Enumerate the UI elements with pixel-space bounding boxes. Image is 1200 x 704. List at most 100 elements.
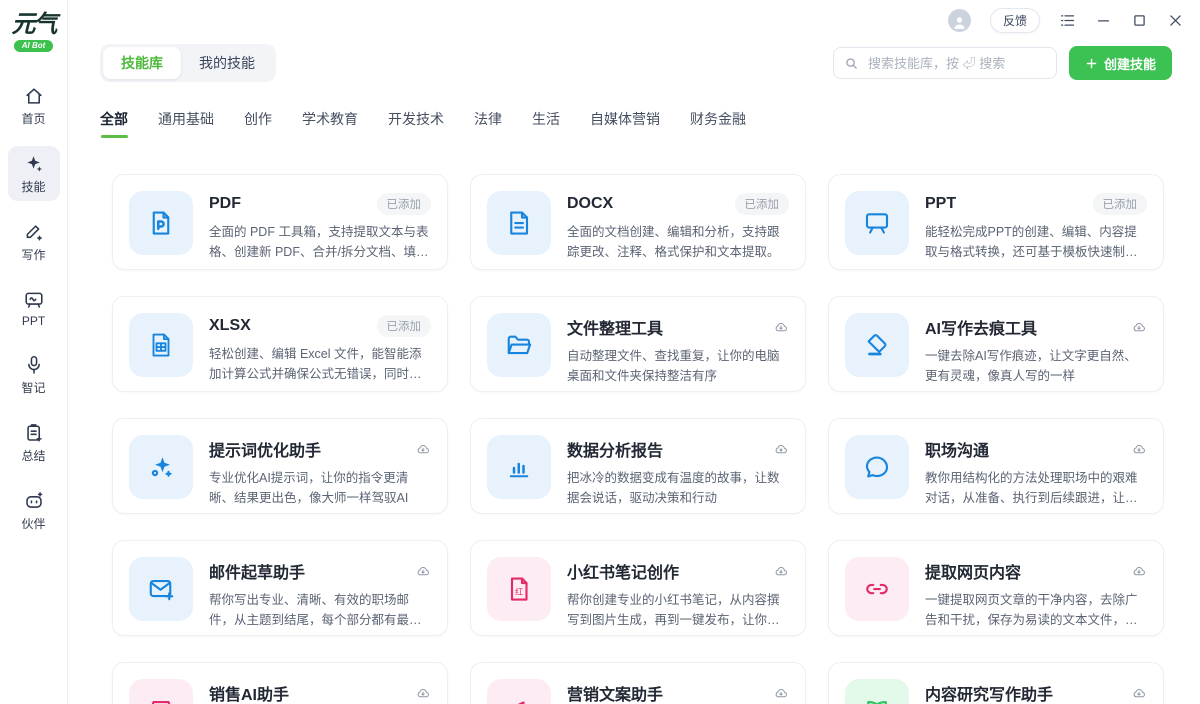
sidebar-nav: 首页技能写作 PPT 智记总结伙伴 [8, 78, 60, 538]
create-skill-button[interactable]: 创建技能 [1069, 46, 1172, 80]
storefront-icon [129, 679, 193, 704]
bar-chart-icon [487, 435, 551, 499]
skill-card-title: 提取网页内容 [925, 559, 1021, 583]
library-tab-switcher: 技能库 我的技能 [100, 44, 276, 82]
skill-card-title: PPT [925, 195, 956, 213]
sparkles-icon [23, 153, 45, 175]
app-logo: 元气 AI Bot [12, 12, 56, 52]
sidebar-item-label: 写作 [21, 246, 45, 263]
cloud-download-icon[interactable] [1131, 685, 1147, 701]
cloud-download-icon[interactable] [1131, 319, 1147, 335]
cloud-download-icon[interactable] [773, 563, 789, 579]
sidebar-item-label: 技能 [21, 178, 45, 195]
skill-card[interactable]: DOCX已添加全面的文档创建、编辑和分析，支持跟踪更改、注释、格式保护和文本提取… [470, 174, 806, 270]
skill-card[interactable]: 数据分析报告把冰冷的数据变成有温度的故事，让数据会说话，驱动决策和行动 [470, 418, 806, 514]
sidebar-item-label: 伙伴 [21, 515, 45, 532]
category-tab-4[interactable]: 开发技术 [388, 109, 444, 138]
microphone-icon [23, 354, 45, 376]
skill-card[interactable]: PPT 已添加能轻松完成PPT的创建、编辑、内容提取与格式转换，还可基于模板快速制… [828, 174, 1164, 270]
clipboard-icon [23, 422, 45, 444]
skill-card[interactable]: 职场沟通教你用结构化的方法处理职场中的艰难对话，从准备、执行到后续跟进，让沟通更… [828, 418, 1164, 514]
skill-card-title: 营销文案助手 [567, 681, 663, 704]
category-tab-7[interactable]: 自媒体营销 [590, 109, 660, 138]
chat-bubble-icon [845, 435, 909, 499]
skill-card[interactable]: 营销文案助手 [470, 662, 806, 704]
link-icon [845, 557, 909, 621]
category-tab-6[interactable]: 生活 [532, 109, 560, 138]
skill-card-description: 一键提取网页文章的干净内容，去除广告和干扰，保存为易读的文本文件，支持多种提取.… [925, 590, 1147, 630]
category-tab-1[interactable]: 通用基础 [158, 109, 214, 138]
skill-card[interactable]: 提取网页内容一键提取网页文章的干净内容，去除广告和干扰，保存为易读的文本文件，支… [828, 540, 1164, 636]
docx-doc-icon [487, 191, 551, 255]
added-badge: 已添加 [377, 315, 432, 337]
category-tab-3[interactable]: 学术教育 [302, 109, 358, 138]
sidebar-item-ppt[interactable]: PPT [8, 282, 60, 334]
skill-card[interactable]: AI写作去痕工具一键去除AI写作痕迹，让文字更自然、更有灵魂，像真人写的一样 [828, 296, 1164, 392]
skill-card-description: 一键去除AI写作痕迹，让文字更自然、更有灵魂，像真人写的一样 [925, 346, 1147, 386]
plus-icon [1085, 57, 1098, 70]
category-bar: 全部 通用基础 创作 学术教育 开发技术 法律 生活 自媒体营销 财务金融 [100, 109, 1172, 138]
app-logo-badge: AI Bot [14, 40, 54, 52]
category-tab-5[interactable]: 法律 [474, 109, 502, 138]
skill-card-title: 邮件起草助手 [209, 559, 305, 583]
category-tab-0[interactable]: 全部 [100, 109, 128, 138]
red-note-icon: 红 [487, 557, 551, 621]
skill-card-description: 把冰冷的数据变成有温度的故事，让数据会说话，驱动决策和行动 [567, 468, 789, 508]
minimize-icon[interactable] [1095, 12, 1112, 29]
tab-my-skills[interactable]: 我的技能 [181, 47, 273, 79]
search-input[interactable] [866, 55, 1046, 72]
user-avatar[interactable] [948, 9, 971, 32]
skill-card[interactable]: PDF已添加全面的 PDF 工具箱，支持提取文本与表格、创建新 PDF、合并/拆… [112, 174, 448, 270]
added-badge: 已添加 [735, 193, 790, 215]
cloud-download-icon[interactable] [415, 563, 431, 579]
close-icon[interactable] [1167, 12, 1184, 29]
person-icon [950, 13, 969, 32]
skill-card[interactable]: XLSX已添加轻松创建、编辑 Excel 文件，能智能添加计算公式并确保公式无错… [112, 296, 448, 392]
cloud-download-icon[interactable] [1131, 563, 1147, 579]
skill-card-title: 文件整理工具 [567, 315, 663, 339]
added-badge: 已添加 [1093, 193, 1148, 215]
cloud-download-icon[interactable] [415, 685, 431, 701]
tab-skill-library[interactable]: 技能库 [103, 47, 181, 79]
sidebar-item-writing[interactable]: 写作 [8, 214, 60, 269]
cloud-download-icon[interactable] [415, 441, 431, 457]
feedback-button[interactable]: 反馈 [990, 8, 1040, 33]
skill-card-title: 销售AI助手 [209, 681, 289, 704]
category-tab-2[interactable]: 创作 [244, 109, 272, 138]
skill-card[interactable]: 提示词优化助手专业优化AI提示词，让你的指令更清晰、结果更出色，像大师一样驾驭A… [112, 418, 448, 514]
sidebar-item-home[interactable]: 首页 [8, 78, 60, 133]
cloud-download-icon[interactable] [773, 319, 789, 335]
cloud-download-icon[interactable] [1131, 441, 1147, 457]
list-icon[interactable] [1059, 12, 1076, 29]
category-tab-8[interactable]: 财务金融 [690, 109, 746, 138]
skill-card-description: 能轻松完成PPT的创建、编辑、内容提取与格式转换，还可基于模板快速制作符合设计风… [925, 222, 1147, 262]
skill-card-title: XLSX [209, 317, 251, 335]
skill-card[interactable]: 销售AI助手 [112, 662, 448, 704]
skill-card[interactable]: 邮件起草助手帮你写出专业、清晰、有效的职场邮件，从主题到结尾，每个部分都有最佳实… [112, 540, 448, 636]
sidebar-item-skills[interactable]: 技能 [8, 146, 60, 201]
eraser-icon [845, 313, 909, 377]
skill-card-description: 教你用结构化的方法处理职场中的艰难对话，从准备、执行到后续跟进，让沟通更有效，.… [925, 468, 1147, 508]
pdf-doc-icon [129, 191, 193, 255]
skill-card-description: 自动整理文件、查找重复，让你的电脑桌面和文件夹保持整洁有序 [567, 346, 789, 386]
sidebar-item-summary[interactable]: 总结 [8, 415, 60, 470]
sidebar-item-notes[interactable]: 智记 [8, 347, 60, 402]
search-box[interactable] [833, 47, 1057, 79]
cloud-download-icon[interactable] [773, 441, 789, 457]
robot-icon [23, 490, 45, 512]
skill-card[interactable]: 内容研究写作助手 [828, 662, 1164, 704]
sidebar-item-label: 首页 [21, 110, 45, 127]
easel-icon [845, 191, 909, 255]
maximize-icon[interactable] [1131, 12, 1148, 29]
skill-card[interactable]: 文件整理工具自动整理文件、查找重复，让你的电脑桌面和文件夹保持整洁有序 [470, 296, 806, 392]
create-skill-label: 创建技能 [1104, 54, 1156, 73]
sidebar-item-partner[interactable]: 伙伴 [8, 483, 60, 538]
sidebar-item-label: 总结 [21, 447, 45, 464]
cloud-download-icon[interactable] [773, 685, 789, 701]
skill-card-title: 提示词优化助手 [209, 437, 321, 461]
sidebar-item-label: PPT [22, 314, 45, 328]
megaphone-icon [487, 679, 551, 704]
skill-card-description: 全面的 PDF 工具箱，支持提取文本与表格、创建新 PDF、合并/拆分文档、填写… [209, 222, 431, 262]
skill-card-title: DOCX [567, 195, 613, 213]
skill-card[interactable]: 红小红书笔记创作帮你创建专业的小红书笔记，从内容撰写到图片生成，再到一键发布，让… [470, 540, 806, 636]
